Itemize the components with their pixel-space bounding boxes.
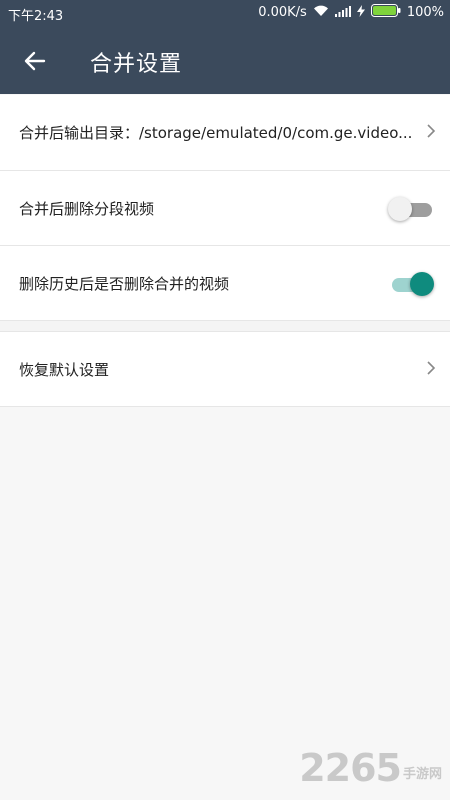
watermark-site: 手游网 xyxy=(402,767,442,782)
watermark-number: 2265 xyxy=(299,746,402,790)
restore-defaults-item[interactable]: 恢复默认设置 xyxy=(0,332,450,407)
toggle-thumb xyxy=(410,272,434,296)
delete-segments-label: 合并后删除分段视频 xyxy=(19,199,155,218)
settings-list: 合并后输出目录：/storage/emulated/0/com.ge.video… xyxy=(0,95,450,407)
battery-percent: 100% xyxy=(406,5,444,20)
toggle-thumb xyxy=(388,197,412,221)
delete-segments-toggle[interactable] xyxy=(388,197,434,221)
battery-icon xyxy=(370,4,401,21)
charging-icon xyxy=(356,4,365,21)
signal-icon xyxy=(334,5,351,21)
app-bar: 合并设置 xyxy=(0,26,450,94)
restore-defaults-label: 恢复默认设置 xyxy=(19,360,110,379)
output-directory-item[interactable]: 合并后输出目录：/storage/emulated/0/com.ge.video… xyxy=(0,95,450,171)
delete-segments-item[interactable]: 合并后删除分段视频 xyxy=(0,171,450,246)
status-time: 下午2:43 xyxy=(8,9,64,24)
network-speed: 0.00K/s xyxy=(258,5,307,20)
chevron-right-icon xyxy=(426,123,436,143)
arrow-left-icon xyxy=(24,51,46,71)
back-button[interactable] xyxy=(18,44,52,78)
section-divider xyxy=(0,321,450,332)
delete-merged-toggle[interactable] xyxy=(390,272,434,296)
status-bar: 下午2:43 0.00K/s 100% xyxy=(0,0,450,26)
chevron-right-icon xyxy=(426,360,436,380)
delete-merged-label: 删除历史后是否删除合并的视频 xyxy=(19,274,230,293)
delete-merged-item[interactable]: 删除历史后是否删除合并的视频 xyxy=(0,246,450,321)
status-icons: 0.00K/s 100% xyxy=(258,4,444,21)
watermark: 2265 手游网 xyxy=(299,746,442,790)
output-directory-label: 合并后输出目录：/storage/emulated/0/com.ge.video… xyxy=(19,124,413,142)
wifi-icon xyxy=(313,5,329,21)
page-title: 合并设置 xyxy=(90,52,183,77)
